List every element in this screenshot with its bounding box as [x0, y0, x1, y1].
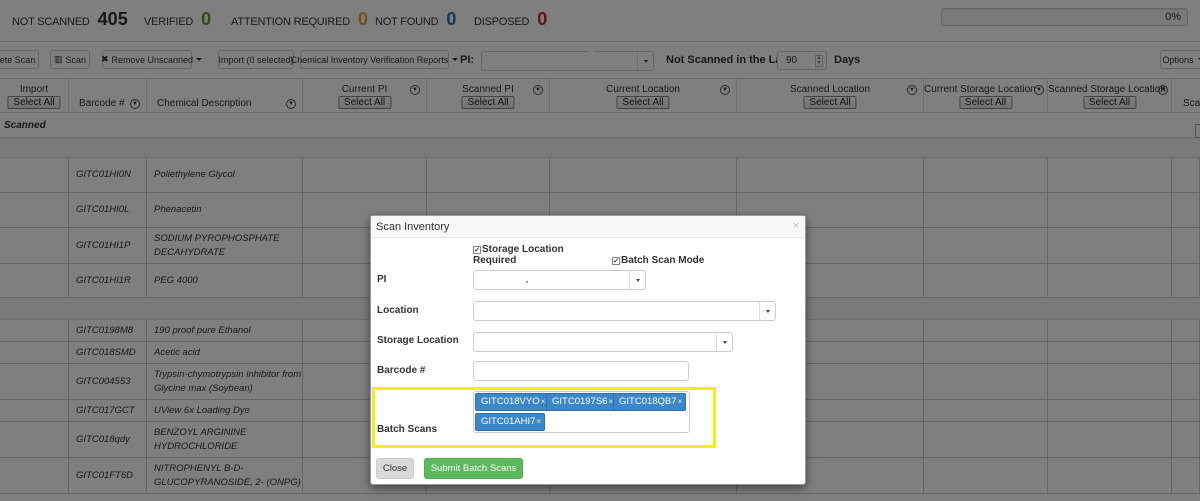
submit-batch-scans-button[interactable]: Submit Batch Scans [424, 458, 523, 479]
storage-location-label: Storage Location [377, 335, 459, 346]
dropdown-arrow-icon [759, 302, 775, 320]
modal-header: Scan Inventory × [371, 216, 805, 238]
dropdown-arrow-icon [716, 333, 732, 351]
pi-value [526, 281, 528, 283]
checkbox-checked-icon[interactable]: ✓ [612, 257, 620, 265]
batch-scan-mode-checkbox[interactable]: ✓ Batch Scan Mode [612, 255, 704, 266]
storage-location-required-checkbox[interactable]: ✓ Storage Location Required [473, 244, 564, 266]
checkbox-label: Storage Location [482, 244, 564, 255]
barcode-input[interactable] [473, 361, 689, 381]
pi-label: PI [377, 274, 387, 285]
modal-title: Scan Inventory [376, 221, 450, 233]
inventory-page: NOT SCANNED 405 VERIFIED 0 ATTENTION REQ… [0, 0, 1200, 501]
checkbox-label: Batch Scan Mode [621, 255, 705, 266]
barcode-label: Barcode # [377, 365, 426, 376]
checkbox-checked-icon[interactable]: ✓ [473, 246, 481, 254]
close-button[interactable]: Close [376, 458, 414, 479]
batch-scans-highlight [372, 387, 716, 448]
location-label: Location [377, 305, 419, 316]
storage-location-select[interactable] [473, 332, 733, 352]
pi-select[interactable] [473, 270, 646, 290]
close-icon[interactable]: × [793, 220, 799, 232]
checkbox-label-line2: Required [473, 255, 517, 266]
dropdown-arrow-icon [629, 271, 645, 289]
location-select[interactable] [473, 301, 776, 321]
